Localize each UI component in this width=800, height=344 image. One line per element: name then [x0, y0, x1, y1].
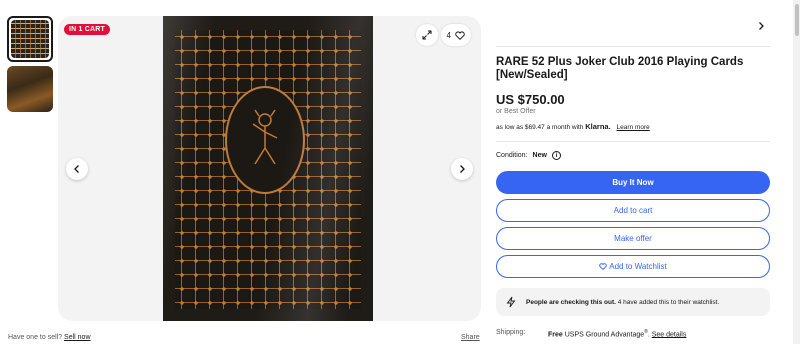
image-gallery: IN 1 CART 4 [58, 16, 481, 321]
thumbnail-1-image [11, 20, 49, 58]
expand-icon [422, 30, 432, 40]
card-wrap-shine [163, 16, 373, 321]
sell-prompt: Have one to sell? Sell now [8, 334, 91, 341]
activity-text: People are checking this out. 4 have add… [526, 299, 719, 306]
activity-detail: 4 have added this to their watchlist. [617, 298, 720, 306]
see-details-link[interactable]: See details [652, 331, 687, 338]
activity-notice: People are checking this out. 4 have add… [496, 288, 770, 316]
scrollbar-thumb[interactable] [795, 4, 799, 36]
watchlist-label: Add to Watchlist [609, 262, 667, 271]
thumbnail-2-image [7, 66, 53, 112]
scrollbar-track[interactable] [793, 0, 800, 344]
heart-icon [599, 263, 607, 270]
shipping-free: Free [548, 331, 563, 339]
make-offer-button[interactable]: Make offer [496, 227, 770, 250]
shipping-reg-mark: ® [644, 329, 648, 335]
shipping-service: USPS Ground Advantage [564, 331, 645, 339]
expand-image-button[interactable] [416, 24, 438, 46]
condition-value: New [532, 152, 547, 159]
previous-image-button[interactable] [66, 158, 88, 180]
chevron-right-icon [460, 165, 465, 173]
section-divider [496, 141, 770, 142]
watch-count-button[interactable]: 4 [440, 24, 471, 46]
condition-label: Condition: [496, 152, 528, 159]
add-to-watchlist-button[interactable]: Add to Watchlist [496, 255, 770, 278]
thumbnail-strip [7, 16, 53, 116]
have-one-text: Have one to sell? [8, 334, 63, 341]
klarna-logo: Klarna. [585, 122, 611, 131]
next-image-button[interactable] [451, 158, 473, 180]
in-cart-badge: IN 1 CART [64, 24, 111, 35]
lightning-icon [506, 296, 516, 308]
chevron-right-icon [759, 22, 764, 30]
add-to-cart-button[interactable]: Add to cart [496, 199, 770, 222]
listing-title: RARE 52 Plus Joker Club 2016 Playing Car… [496, 56, 744, 81]
info-icon[interactable]: i [551, 151, 561, 160]
klarna-financing: as low as $69.47 a month with Klarna. Le… [496, 122, 650, 131]
chevron-left-icon [74, 165, 79, 173]
thumbnail-1[interactable] [7, 16, 53, 62]
shipping-label: Shipping: [496, 329, 526, 336]
next-listing-button[interactable] [757, 18, 765, 34]
learn-more-link[interactable]: Learn more [617, 124, 650, 131]
product-image[interactable] [163, 16, 373, 321]
condition-row: Condition: New i [496, 151, 561, 160]
share-link[interactable]: Share [461, 334, 480, 341]
sell-now-link[interactable]: Sell now [64, 334, 90, 341]
heart-icon [455, 30, 465, 40]
shipping-value: Free USPS Ground Advantage®. See details [548, 329, 687, 339]
thumbnail-2[interactable] [7, 66, 53, 112]
buy-it-now-button[interactable]: Buy It Now [496, 171, 770, 194]
klarna-prefix: as low as $69.47 a month with [496, 124, 584, 131]
best-offer-text: or Best Offer [496, 108, 536, 115]
listing-price: US $750.00 [496, 92, 565, 107]
watch-count: 4 [446, 30, 451, 40]
activity-headline: People are checking this out. [526, 298, 616, 306]
top-divider [496, 46, 770, 47]
